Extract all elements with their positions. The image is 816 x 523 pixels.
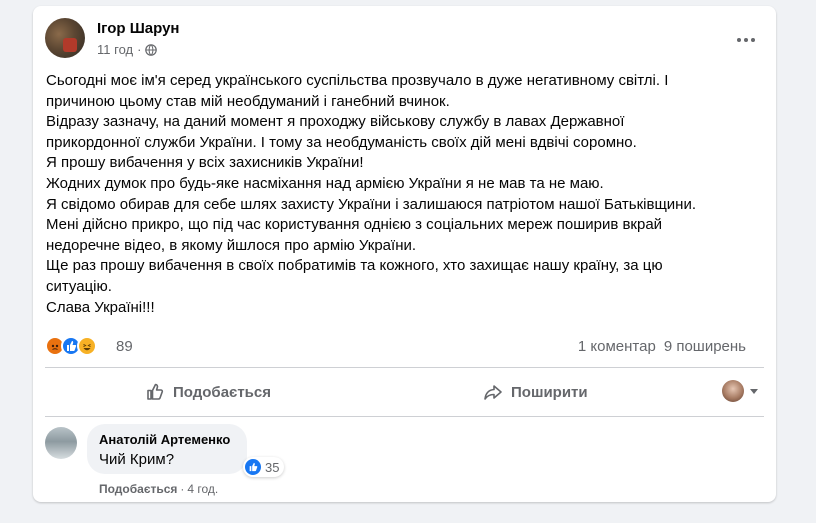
- post-header: Ігор Шарун 11 год ·: [45, 18, 764, 62]
- comment-as-selector[interactable]: [722, 380, 758, 402]
- share-button[interactable]: Поширити: [483, 374, 588, 410]
- share-arrow-icon: [484, 385, 502, 400]
- comment-footer: Подобається · 4 год.: [99, 482, 218, 496]
- post-body-line: прикордонної служби України. І тому за н…: [46, 133, 637, 151]
- reactions-summary: 89 1 коментар 9 поширень: [45, 334, 764, 358]
- comments-count[interactable]: 1 коментар: [578, 338, 656, 355]
- share-label: Поширити: [511, 383, 588, 401]
- haha-reaction-icon: [77, 336, 97, 356]
- post-body-line: Сьогодні моє ім'я серед українського сус…: [46, 72, 669, 89]
- divider: [45, 367, 764, 368]
- post-body: Сьогодні моє ім'я серед українського сус…: [46, 71, 766, 318]
- post-body-line: Я прошу вибачення у всіх захисників Укра…: [46, 154, 364, 172]
- post-body-line: Відразу зазначу, на даний момент я прохо…: [46, 113, 625, 131]
- globe-icon[interactable]: [145, 43, 158, 56]
- commenter-name[interactable]: Анатолій Артеменко: [99, 432, 235, 447]
- meta-separator: ·: [137, 42, 142, 57]
- shares-count[interactable]: 9 поширень: [664, 338, 746, 355]
- reaction-count[interactable]: 89: [116, 338, 133, 355]
- post-body-line: ситуацію.: [46, 277, 112, 295]
- post-body-line: Мені дійсно прикро, що під час користува…: [46, 216, 663, 234]
- post-actions: Подобається Поширити: [45, 374, 764, 410]
- author-name[interactable]: Ігор Шарун: [97, 20, 180, 37]
- author-avatar[interactable]: [45, 18, 85, 58]
- post-body-line: причиною цьому став мій необдуманий і га…: [46, 92, 450, 110]
- post-meta: 11 год ·: [97, 42, 158, 57]
- reaction-icons[interactable]: [45, 336, 97, 356]
- post-body-line: Ще раз прошу вибачення в своїх побратимі…: [46, 257, 663, 275]
- more-options-icon[interactable]: [732, 32, 760, 48]
- divider: [45, 416, 764, 417]
- comment: Анатолій Артеменко Чий Крим? 35 Подобаєт…: [45, 424, 764, 496]
- engagement-counts: 1 коментар 9 поширень: [578, 338, 746, 355]
- like-label: Подобається: [173, 383, 271, 401]
- post-body-line: Жодних думок про будь-яке насміхання над…: [46, 174, 604, 192]
- comment-separator: ·: [180, 482, 185, 496]
- chevron-down-icon: [750, 388, 758, 394]
- comment-bubble: Анатолій Артеменко Чий Крим?: [87, 424, 247, 474]
- commenter-avatar[interactable]: [45, 427, 77, 459]
- comment-reactions[interactable]: 35: [243, 457, 285, 477]
- like-reaction-icon: [245, 459, 261, 475]
- thumbs-up-icon: [147, 383, 164, 400]
- comment-reaction-count: 35: [265, 459, 280, 475]
- viewer-avatar: [722, 380, 744, 402]
- comment-like-button[interactable]: Подобається: [99, 482, 177, 496]
- post-body-line: недоречне відео, в якому йшлося про армі…: [46, 236, 417, 254]
- post-card: Ігор Шарун 11 год · Сьогодні моє ім'я се…: [33, 6, 776, 502]
- like-button[interactable]: Подобається: [145, 374, 271, 410]
- comment-time[interactable]: 4 год.: [187, 482, 218, 496]
- comment-text: Чий Крим?: [99, 451, 175, 468]
- post-time[interactable]: 11 год: [97, 42, 133, 57]
- post-body-line: Слава Україні!!!: [46, 298, 155, 316]
- post-body-line: Я свідомо обирав для себе шлях захисту У…: [46, 195, 697, 213]
